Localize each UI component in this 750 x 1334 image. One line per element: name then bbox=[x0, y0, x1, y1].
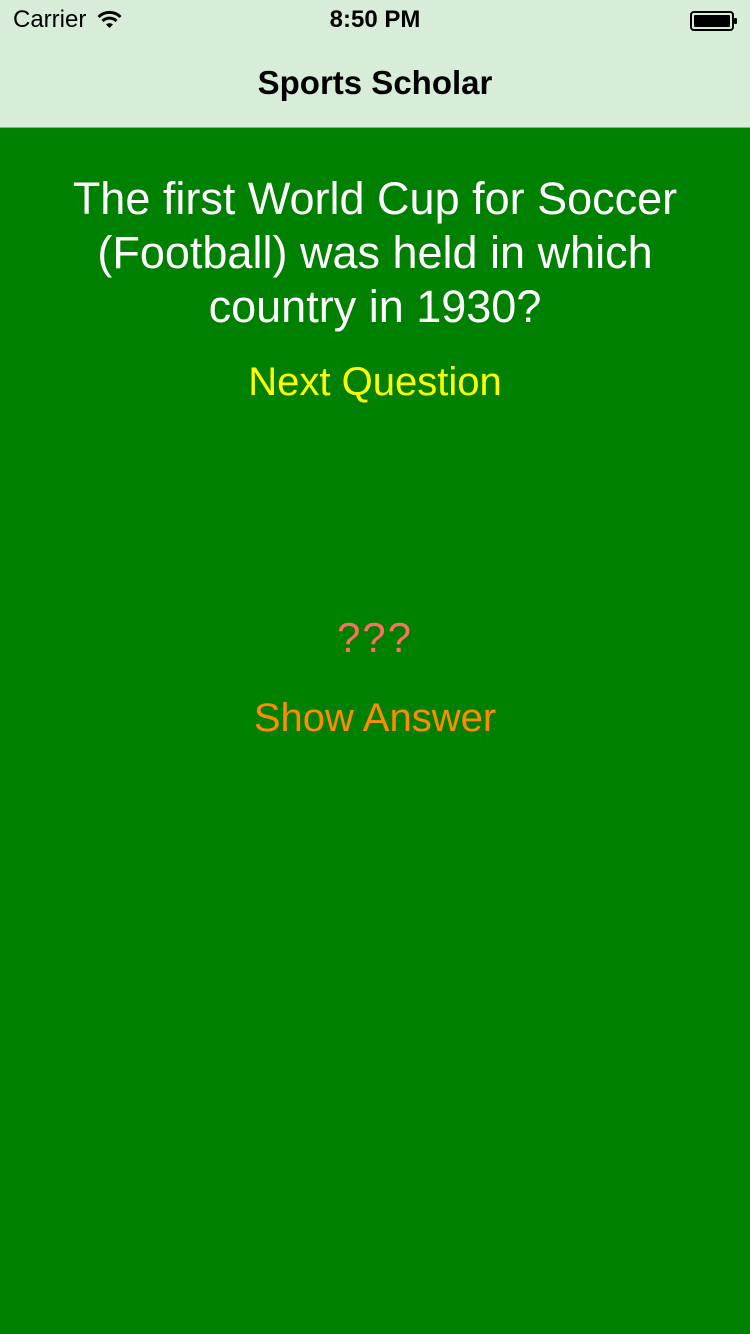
status-time: 8:50 PM bbox=[329, 6, 421, 33]
question-text: The first World Cup for Soccer (Football… bbox=[72, 173, 678, 332]
app-screen: Carrier 8:50 PM Sports Scholar The first… bbox=[0, 0, 750, 1334]
next-question-button[interactable]: Next Question bbox=[0, 360, 750, 405]
page-title: Sports Scholar bbox=[257, 64, 493, 101]
battery-icon bbox=[690, 11, 737, 31]
top-bar: Carrier 8:50 PM Sports Scholar bbox=[0, 0, 750, 128]
answer-label: ??? bbox=[336, 614, 414, 661]
show-answer-button[interactable]: Show Answer bbox=[0, 696, 750, 741]
